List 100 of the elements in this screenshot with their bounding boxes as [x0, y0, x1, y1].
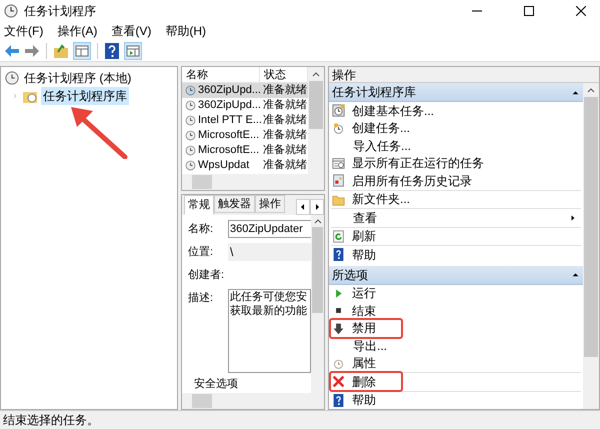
clock-icon [185, 85, 196, 96]
field-label: 位置: [188, 245, 214, 260]
action-item[interactable]: 运行 [329, 284, 583, 302]
table-cell-text: Intel PTT E... [198, 113, 262, 128]
action-label: 帮助 [352, 246, 377, 264]
text-field[interactable]: 360ZipUpdater [228, 220, 311, 238]
description-line: 此任务可使您安 [230, 290, 307, 304]
menu-item[interactable]: 帮助(H) [165, 22, 206, 40]
annotation-arrow [69, 105, 129, 159]
description-line: 获取最新的功能 [230, 304, 307, 318]
clock-icon [332, 122, 345, 135]
field-label: 创建者: [188, 268, 226, 283]
close-icon[interactable] [576, 6, 586, 16]
scroll-left-icon[interactable] [296, 199, 310, 215]
tab[interactable]: 常规 [184, 195, 214, 215]
table-row[interactable]: MicrosoftE... 准备就绪 [182, 143, 308, 158]
field-label: 名称: [188, 222, 214, 237]
action-label: 启用所有任务历史记录 [352, 172, 473, 190]
table-row[interactable]: Intel PTT E...准备就绪 [182, 113, 308, 128]
action-label: 导入任务... [353, 138, 412, 155]
menu-item[interactable]: 操作(A) [57, 22, 98, 40]
action-item[interactable]: 导入任务... [329, 137, 583, 154]
section-header[interactable]: 所选项 [329, 266, 583, 284]
table-cell-text: 准备就绪 [262, 158, 307, 174]
action-item[interactable]: 创建任务... [329, 120, 583, 137]
panel-icon[interactable] [73, 42, 91, 60]
menu-item[interactable]: 文件(F) [4, 22, 44, 40]
vertical-scrollbar[interactable] [583, 83, 599, 409]
clock-icon [185, 160, 196, 171]
clock-icon [4, 4, 18, 18]
table-row[interactable]: 360ZipUpd... 准备就绪 [182, 83, 308, 98]
tab[interactable]: 操作 [255, 195, 285, 213]
action-item[interactable]: 导出... [329, 337, 583, 354]
table-cell-text: 准备就绪 [262, 83, 307, 98]
tree-item[interactable]: 任务计划程序 (本地) [22, 69, 134, 87]
vertical-scrollbar[interactable] [308, 67, 324, 174]
delete-icon [332, 375, 345, 388]
section-header[interactable]: 任务计划程序库 [329, 83, 583, 102]
action-item[interactable]: 启用所有任务历史记录 [329, 172, 583, 190]
maximize-icon[interactable] [524, 6, 534, 16]
table-cell-text: 准备就绪 [262, 98, 307, 114]
table-cell-text: 360ZipUpd... [198, 98, 261, 114]
forward-arrow-icon[interactable] [24, 44, 40, 58]
table-cell-text: MicrosoftE... [198, 128, 260, 144]
table-row[interactable]: 360ZipUpd... 准备就绪 [182, 98, 308, 113]
action-label: 刷新 [352, 228, 377, 246]
section-title: 所选项 [332, 266, 369, 284]
help-icon [332, 248, 345, 262]
action-item[interactable]: 禁用 [329, 320, 583, 337]
table-row[interactable]: MicrosoftE... 准备就绪 [182, 128, 308, 143]
action-label: 帮助 [352, 392, 377, 409]
action-item[interactable]: 刷新 [329, 228, 583, 245]
column-header[interactable]: 名称 [182, 67, 260, 82]
panel-icon[interactable] [124, 42, 142, 60]
action-item[interactable]: 删除 [329, 373, 583, 390]
window-title: 任务计划程序 [24, 3, 96, 20]
status-bar: 结束选择的任务。 [0, 410, 600, 429]
action-item[interactable]: 新文件夹... [329, 190, 583, 208]
folder-up-icon[interactable] [53, 42, 69, 58]
action-label: 创建任务... [352, 120, 412, 138]
section-label: 安全选项 [193, 378, 239, 391]
action-label: 导出... [353, 338, 388, 355]
scroll-right-icon[interactable] [310, 199, 324, 215]
calendar-clock-icon [332, 104, 345, 118]
down-arrow-icon [332, 322, 345, 335]
menu-item[interactable]: 查看(V) [111, 22, 152, 40]
tab[interactable]: 触发器 [214, 195, 255, 213]
table-row[interactable]: WpsUpdat 准备就绪 [182, 158, 308, 173]
horizontal-scrollbar[interactable] [182, 393, 324, 409]
clock-icon [185, 130, 196, 141]
window-list-icon [332, 156, 345, 170]
table-cell-text: 准备就绪 [262, 128, 307, 144]
action-item[interactable]: 显示所有正在运行的任务 [329, 154, 583, 172]
action-item[interactable]: 创建基本任务... [329, 102, 583, 120]
action-item[interactable]: 帮助 [329, 246, 583, 264]
clock-icon [185, 115, 196, 126]
table-cell-text: 360ZipUpd... [198, 83, 261, 98]
action-label: 删除 [352, 374, 377, 391]
chart-document-icon [332, 174, 345, 188]
table-cell-text: 准备就绪 [262, 113, 307, 128]
table-cell-text: 准备就绪 [262, 143, 307, 158]
action-label: 查看 [353, 210, 378, 227]
action-item[interactable]: 结束 [329, 302, 583, 320]
section-title: 任务计划程序库 [332, 84, 417, 101]
action-label: 结束 [352, 302, 377, 320]
action-label: 禁用 [352, 320, 377, 338]
back-arrow-icon[interactable] [4, 44, 20, 58]
clock-icon [185, 145, 196, 156]
action-item[interactable]: 属性 [329, 354, 583, 372]
field-label: 描述: [188, 291, 214, 306]
description-field[interactable]: 此任务可使您安 获取最新的功能 [228, 289, 311, 373]
horizontal-scrollbar[interactable] [182, 174, 324, 190]
action-item[interactable]: 查看 [329, 209, 583, 226]
help-icon[interactable] [104, 42, 120, 58]
action-item[interactable]: 帮助 [329, 392, 583, 409]
action-label: 显示所有正在运行的任务 [352, 155, 485, 172]
table-cell-text: MicrosoftE... [198, 143, 260, 158]
table-cell-text: WpsUpdat [198, 158, 250, 174]
tree-item[interactable]: 任务计划程序库 [41, 87, 129, 105]
vertical-scrollbar[interactable] [311, 215, 324, 393]
